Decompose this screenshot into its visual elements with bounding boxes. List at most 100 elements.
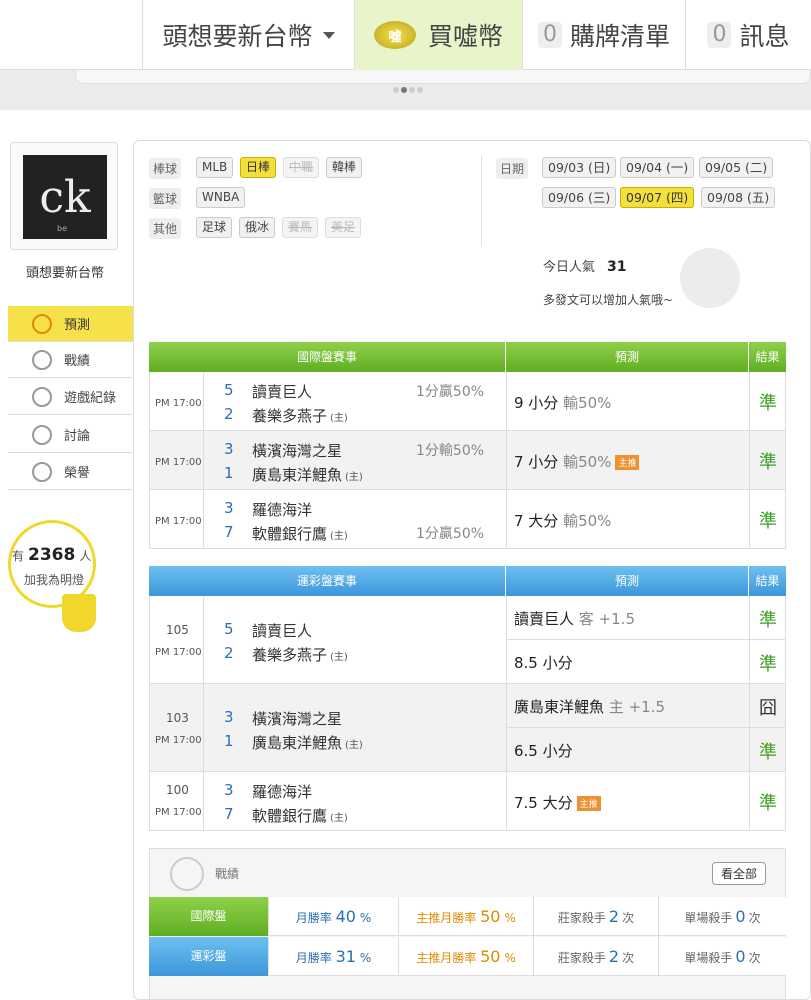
single-game-killer: 單場殺手 0 次: [684, 907, 761, 926]
record-row-intl: 國際盤 月勝率 40 % 主推月勝率 50 % 莊家殺手 2 次 單場殺手 0 次: [149, 897, 786, 936]
buy-coin-button[interactable]: 噓 買噓幣: [354, 0, 522, 70]
filter-wnba[interactable]: WNBA: [196, 187, 246, 208]
table-row: 105 PM 17:00 5 讀賣巨人 2 養樂多燕子 (主) 讀賣巨人 客 +1…: [149, 596, 786, 684]
game-number: 105: [166, 623, 189, 637]
filter-nfl: 美足: [325, 217, 362, 238]
lightbulb-base: [62, 594, 96, 632]
filter-kbo[interactable]: 韓棒: [326, 157, 363, 178]
odds-line-2: 1分贏50%: [416, 526, 485, 542]
away-team: 讀賣巨人: [252, 622, 313, 640]
result-badge: 準: [759, 610, 777, 631]
sidebar-item-label: 遊戲紀錄: [64, 391, 117, 406]
sidebar-item-label: 預測: [64, 318, 91, 333]
intl-header-pick: 預測: [506, 342, 749, 372]
date-0906[interactable]: 09/06 (三): [542, 187, 617, 208]
sidebar-item-predict[interactable]: 預測: [8, 306, 140, 342]
view-all-button[interactable]: 看全部: [712, 862, 767, 885]
filter-mlb[interactable]: MLB: [196, 157, 234, 178]
purchase-list-label: 購牌清單: [569, 22, 670, 51]
odds-line-1: 1分贏50%: [416, 384, 485, 400]
date-0907[interactable]: 09/07 (四): [620, 187, 695, 208]
table-row: 100 PM 17:00 3 羅德海洋 7 軟體銀行鷹 (主) 7.5 大分 主推 …: [149, 772, 786, 831]
filter-soccer[interactable]: 足球: [196, 217, 233, 238]
featured-win-rate: 主推月勝率 50 %: [399, 937, 534, 976]
filter-label-other: 其他: [149, 218, 182, 239]
sidebar-item-honor[interactable]: 榮譽: [8, 454, 132, 490]
date-0903[interactable]: 09/03 (日): [542, 157, 617, 178]
coin-icon: 噓: [373, 21, 416, 49]
away-score: 3: [224, 708, 234, 726]
target-icon: [32, 313, 52, 334]
record-icon: [32, 349, 52, 370]
medal-icon: [32, 461, 52, 482]
filter-horse: 賽馬: [282, 217, 319, 238]
monthly-win-rate: 月勝率 40 %: [269, 897, 399, 936]
messages-label: 訊息: [739, 22, 790, 51]
away-team: 讀賣巨人: [252, 383, 313, 401]
message-count: 0: [707, 22, 732, 48]
away-score: 5: [224, 620, 234, 638]
date-0908[interactable]: 09/08 (五): [701, 187, 776, 208]
messages-button[interactable]: 0 訊息: [685, 0, 811, 70]
home-score: 1: [224, 464, 234, 482]
prediction: 7 大分 輸50%: [514, 512, 612, 530]
prediction: 讀賣巨人 客 +1.5: [514, 610, 635, 628]
away-score: 5: [224, 381, 234, 399]
table-row: PM 17:00 5 讀賣巨人 1分贏50% 2 養樂多燕子 (主) 9 小分 輸…: [149, 372, 786, 431]
sidebar-item-record[interactable]: 戰績: [8, 342, 132, 378]
table-row: PM 17:00 3 橫濱海灣之星 1分輸50% 1 廣島東洋鯉魚 (主) 7 小…: [149, 431, 786, 490]
lottery-header-pick: 預測: [506, 566, 749, 596]
single-game-killer: 單場殺手 0 次: [684, 947, 761, 966]
featured-tag: 主推: [615, 455, 640, 470]
popularity-tip: 多發文可以增加人氣哦~: [543, 293, 674, 307]
lottery-table-header: 運彩盤賽事 預測 結果: [149, 566, 786, 596]
monthly-win-rate: 月勝率 31 %: [269, 937, 399, 976]
away-score: 3: [224, 440, 234, 458]
bookie-killer: 莊家殺手 2 次: [534, 897, 659, 936]
home-score: 1: [224, 732, 234, 750]
away-score: 3: [224, 781, 234, 799]
table-row: PM 17:00 3 羅德海洋 7 軟體銀行鷹 (主) 1分贏50% 7 大分 輸…: [149, 490, 786, 549]
home-team: 軟體銀行鷹 (主): [252, 525, 348, 543]
game-time: PM 17:00: [155, 516, 202, 527]
bookie-killer: 莊家殺手 2 次: [534, 937, 659, 976]
banner-strip: [75, 70, 811, 84]
away-team: 羅德海洋: [252, 783, 313, 801]
featured-win-rate: 主推月勝率 50 %: [399, 897, 534, 936]
popularity-label: 今日人氣: [543, 260, 596, 275]
game-time: PM 17:00: [155, 647, 202, 658]
record-label: 國際盤: [149, 897, 269, 936]
avatar[interactable]: ck be: [23, 155, 107, 239]
prediction: 7.5 大分 主推: [514, 792, 601, 813]
prediction: 7 小分 輸50% 主推: [514, 451, 640, 472]
home-team: 廣島東洋鯉魚 (主): [252, 466, 363, 484]
popularity: 今日人氣 31: [543, 256, 627, 275]
circle-icon: [32, 386, 52, 407]
table-row: 103 PM 17:00 3 橫濱海灣之星 1 廣島東洋鯉魚 (主) 廣島東洋鯉魚…: [149, 684, 786, 772]
date-0904[interactable]: 09/04 (一): [620, 157, 695, 178]
home-score: 7: [224, 805, 234, 823]
username: 頭想要新台幣: [25, 266, 104, 281]
game-time: PM 17:00: [155, 807, 202, 818]
filter-hockey[interactable]: 俄冰: [239, 217, 276, 238]
sidebar-item-game-log[interactable]: 遊戲紀錄: [8, 379, 132, 415]
purchase-list-button[interactable]: 0 購牌清單: [522, 0, 685, 70]
record-icon: [170, 857, 204, 891]
home-team: 廣島東洋鯉魚 (主): [252, 734, 363, 752]
result-badge: 準: [759, 793, 777, 814]
fan-count: 有 2368 人: [12, 545, 92, 565]
away-score: 3: [224, 499, 234, 517]
add-as-light-label: 加我為明燈: [24, 573, 85, 587]
result-badge: 準: [759, 393, 777, 414]
odds-line-1: 1分輸50%: [416, 443, 485, 459]
date-0905[interactable]: 09/05 (二): [699, 157, 774, 178]
user-menu-label: 頭想要新台幣: [162, 22, 313, 51]
prediction: 9 小分 輸50%: [514, 394, 612, 412]
home-team: 養樂多燕子 (主): [252, 646, 348, 664]
fan-count-value: 2368: [28, 545, 76, 565]
carousel-dots[interactable]: [392, 78, 424, 97]
user-menu[interactable]: 頭想要新台幣: [142, 0, 354, 70]
sidebar-item-discuss[interactable]: 討論: [8, 417, 132, 453]
filter-npb[interactable]: 日棒: [240, 157, 277, 178]
record-label: 運彩盤: [149, 937, 269, 976]
